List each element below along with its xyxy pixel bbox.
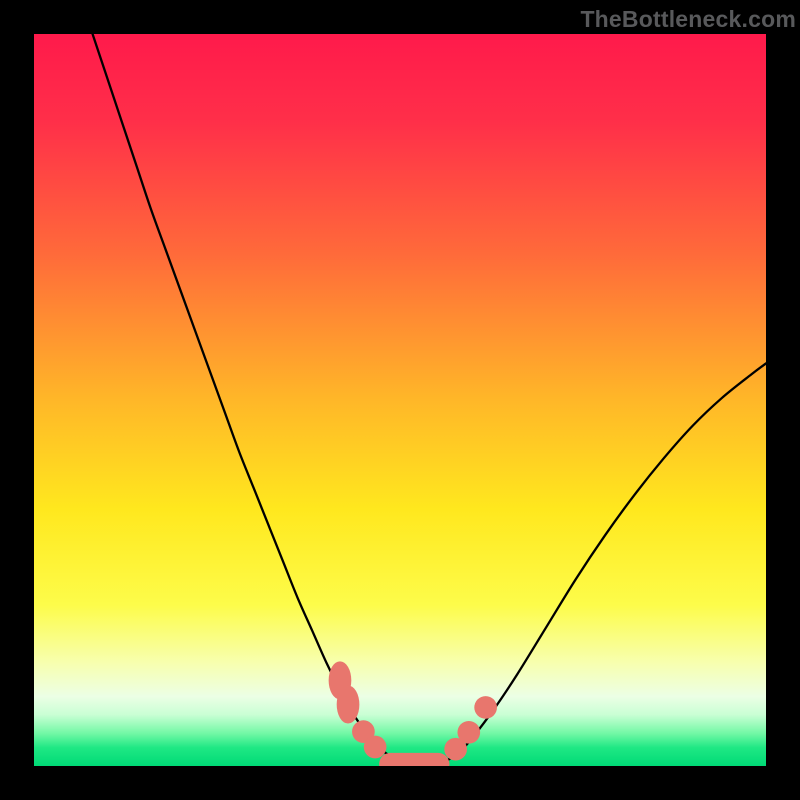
marker-point	[364, 736, 387, 759]
gradient-background	[34, 34, 766, 766]
chart-plot-area	[34, 34, 766, 766]
chart-frame: TheBottleneck.com	[0, 0, 800, 800]
watermark-text: TheBottleneck.com	[580, 6, 796, 33]
marker-point	[379, 753, 449, 766]
marker-point	[457, 721, 480, 744]
marker-point	[337, 685, 360, 723]
marker-point	[474, 696, 497, 719]
